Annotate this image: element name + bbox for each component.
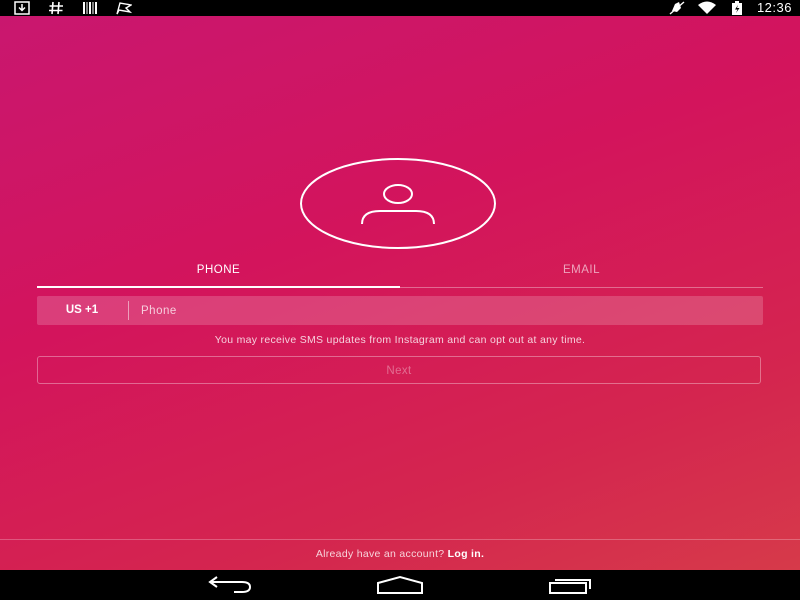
tab-phone[interactable]: PHONE bbox=[37, 262, 400, 288]
sms-disclaimer: You may receive SMS updates from Instagr… bbox=[214, 334, 586, 346]
phone-field: US +1 bbox=[37, 296, 763, 325]
battery-icon bbox=[731, 1, 742, 15]
next-button[interactable]: Next bbox=[37, 356, 761, 384]
status-right-icons: 12:36 bbox=[669, 1, 792, 15]
navigation-bar bbox=[0, 570, 800, 600]
user-icon bbox=[300, 158, 496, 249]
login-prompt: Already have an account? bbox=[315, 548, 445, 560]
hash-icon bbox=[49, 1, 63, 15]
wifi-icon bbox=[697, 1, 716, 14]
country-separator bbox=[128, 301, 129, 320]
phone-input[interactable] bbox=[141, 296, 741, 325]
back-icon[interactable] bbox=[204, 575, 254, 595]
tab-active-indicator bbox=[37, 286, 400, 288]
tab-divider bbox=[400, 287, 763, 288]
barcode-icon bbox=[83, 2, 97, 14]
tab-email[interactable]: EMAIL bbox=[400, 262, 763, 288]
signup-tabs: PHONE EMAIL bbox=[37, 262, 763, 288]
flag-icon bbox=[116, 2, 132, 15]
avatar bbox=[300, 158, 496, 249]
signup-screen: PHONE EMAIL US +1 You may receive SMS up… bbox=[0, 16, 800, 570]
mute-icon bbox=[669, 1, 685, 15]
country-code-selector[interactable]: US +1 bbox=[37, 296, 127, 325]
status-clock: 12:36 bbox=[756, 0, 792, 15]
status-bar: 12:36 bbox=[0, 0, 800, 16]
login-link[interactable]: Log in. bbox=[448, 548, 485, 560]
footer-divider bbox=[0, 539, 800, 540]
home-icon[interactable] bbox=[375, 575, 425, 595]
download-icon bbox=[14, 1, 30, 15]
recents-icon[interactable] bbox=[546, 575, 596, 595]
login-footer: Already have an account? Log in. bbox=[0, 548, 800, 560]
status-left-icons bbox=[14, 1, 132, 15]
